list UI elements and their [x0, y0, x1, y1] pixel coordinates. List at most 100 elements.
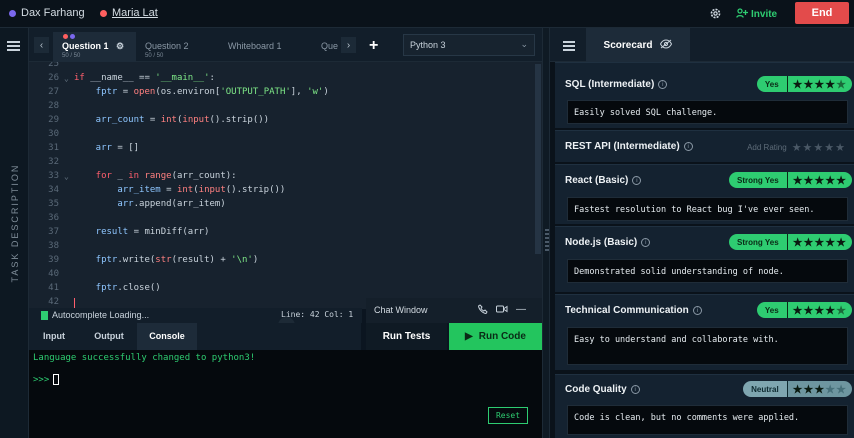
- scorecard-card-rest-api: REST API (Intermediate) i Add Rating ★★★★…: [555, 130, 854, 162]
- code-line[interactable]: arr_count = int(input().strip()): [74, 115, 269, 125]
- tabs-next-button[interactable]: ›: [341, 37, 356, 53]
- code-line[interactable]: fptr.write(str(result) + '\n'): [74, 255, 259, 265]
- console-message: Language successfully changed to python3…: [33, 353, 256, 363]
- eye-off-icon[interactable]: [660, 38, 673, 52]
- info-icon[interactable]: i: [630, 385, 640, 394]
- code-editor[interactable]: 25 26 if __name__ == '__main__': ⌄ 27 fptr =…: [29, 62, 542, 309]
- info-icon[interactable]: i: [632, 176, 642, 185]
- reset-button[interactable]: Reset: [488, 407, 528, 424]
- scorecard-list[interactable]: SQL (Intermediate) i Yes ★★★★ ★ Easily sol…: [550, 62, 854, 438]
- language-value: Python 3: [410, 40, 446, 50]
- star-rating[interactable]: ★★★★★: [792, 141, 846, 154]
- info-icon[interactable]: i: [658, 80, 668, 89]
- chevron-down-icon: ⌄: [520, 39, 528, 49]
- code-line[interactable]: arr.append(arr_item): [74, 199, 225, 209]
- line-number: 42: [48, 297, 59, 307]
- comment-field[interactable]: Demonstrated solid understanding of node…: [567, 259, 848, 283]
- add-user-icon: [736, 8, 748, 21]
- rating-badge[interactable]: Yes ★★★★ ★: [756, 302, 852, 318]
- gear-icon[interactable]: [709, 7, 722, 20]
- participant-dots: [63, 34, 75, 39]
- task-description-rail[interactable]: TASK DESCRIPTION: [0, 28, 29, 438]
- card-title: React (Basic): [565, 175, 629, 186]
- fold-chevron-icon[interactable]: ⌄: [64, 172, 69, 181]
- rating-badge[interactable]: Strong Yes ★★★★★: [729, 234, 852, 250]
- phone-icon[interactable]: [477, 304, 488, 317]
- run-tests-button[interactable]: Run Tests: [366, 323, 447, 350]
- code-line[interactable]: fptr.close(): [74, 283, 161, 293]
- star-rating[interactable]: ★★★★★: [786, 172, 852, 188]
- fold-chevron-icon[interactable]: ⌄: [64, 74, 69, 83]
- hamburger-icon[interactable]: [563, 41, 575, 51]
- rating-badge[interactable]: Strong Yes ★★★★★: [729, 172, 852, 188]
- tab-output[interactable]: Output: [81, 323, 137, 350]
- editor-scrollbar[interactable]: [535, 64, 541, 254]
- line-number: 27: [48, 87, 59, 97]
- participant-dax[interactable]: Dax Farhang: [9, 7, 85, 19]
- rating-label: Neutral: [743, 381, 787, 397]
- pane-splitter[interactable]: [542, 28, 550, 438]
- console-output[interactable]: Language successfully changed to python3…: [29, 350, 542, 438]
- comment-field[interactable]: Code is clean, but no comments were appl…: [567, 405, 848, 435]
- tab-score: 50 / 50: [62, 53, 81, 59]
- tab-question-3[interactable]: Que: [313, 32, 343, 62]
- chevron-left-icon: ‹: [39, 39, 44, 51]
- hamburger-icon[interactable]: [7, 41, 20, 51]
- language-select[interactable]: Python 3 ⌄: [403, 34, 535, 56]
- line-number: 33: [48, 171, 59, 181]
- info-icon[interactable]: i: [641, 238, 651, 247]
- line-number: 35: [48, 199, 59, 209]
- end-interview-button[interactable]: End: [795, 2, 849, 24]
- code-line[interactable]: arr = []: [74, 143, 139, 153]
- tab-input[interactable]: Input: [29, 323, 79, 350]
- tab-console[interactable]: Console: [137, 323, 197, 350]
- tab-label: Question 2: [145, 41, 189, 51]
- info-icon[interactable]: i: [683, 142, 693, 151]
- code-line[interactable]: fptr = open(os.environ['OUTPUT_PATH'], '…: [74, 87, 329, 97]
- rating-badge[interactable]: Yes ★★★★ ★: [756, 76, 852, 92]
- chat-window-header[interactable]: Chat Window —: [366, 298, 542, 323]
- invite-button[interactable]: Invite: [736, 8, 777, 21]
- add-rating[interactable]: Add Rating ★★★★★: [747, 141, 846, 154]
- run-code-button[interactable]: ▶ Run Code: [449, 323, 542, 350]
- console-cursor: [53, 374, 59, 385]
- scorecard-card-technical-communication: Technical Communication i Yes ★★★★ ★ Easy …: [555, 294, 854, 370]
- code-line[interactable]: if __name__ == '__main__':: [74, 73, 215, 83]
- drag-handle-icon[interactable]: [545, 229, 549, 253]
- tab-scorecard[interactable]: Scorecard: [586, 28, 690, 62]
- top-bar: Dax Farhang Maria Lat Invite End: [0, 0, 854, 28]
- participant-maria[interactable]: Maria Lat: [100, 7, 158, 19]
- user-status-dot: [100, 9, 107, 17]
- code-line[interactable]: result = minDiff(arr): [74, 227, 210, 237]
- info-icon[interactable]: i: [692, 306, 702, 315]
- comment-field[interactable]: Easy to understand and collaborate with.: [567, 327, 848, 365]
- tab-question-2[interactable]: Question 2 50 / 50: [136, 32, 219, 62]
- comment-field[interactable]: Easily solved SQL challenge.: [567, 100, 848, 124]
- star-rating[interactable]: ★★★★★: [786, 234, 852, 250]
- tab-whiteboard-1[interactable]: Whiteboard 1: [219, 32, 302, 62]
- rating-badge[interactable]: Neutral ★★★ ★★: [743, 381, 852, 397]
- user-dot: [70, 34, 75, 39]
- card-title: REST API (Intermediate): [565, 141, 680, 152]
- add-tab-button[interactable]: +: [369, 37, 378, 55]
- star-rating[interactable]: ★★★★★: [786, 302, 852, 318]
- minimize-icon[interactable]: —: [516, 304, 526, 317]
- video-icon[interactable]: [496, 304, 508, 317]
- code-line[interactable]: for _ in range(arr_count):: [74, 171, 237, 181]
- gear-icon[interactable]: ⚙: [116, 41, 124, 52]
- rating-label: Strong Yes: [729, 234, 787, 250]
- scorecard-card-sql: SQL (Intermediate) i Yes ★★★★ ★ Easily sol…: [555, 62, 854, 128]
- star-rating[interactable]: ★★★★★: [786, 76, 852, 92]
- run-code-label: Run Code: [478, 331, 526, 342]
- line-number: 38: [48, 241, 59, 251]
- tabs-prev-button[interactable]: ‹: [34, 37, 49, 53]
- tab-label: Whiteboard 1: [228, 41, 282, 51]
- scorecard-card-nodejs: Node.js (Basic) i Strong Yes ★★★★★ Demons…: [555, 226, 854, 292]
- line-number: 41: [48, 283, 59, 293]
- comment-field[interactable]: Fastest resolution to React bug I've eve…: [567, 197, 848, 221]
- star-rating[interactable]: ★★★★★: [786, 381, 852, 397]
- line-number: 31: [48, 143, 59, 153]
- add-rating-label: Add Rating: [747, 143, 787, 152]
- code-line[interactable]: arr_item = int(input().strip()): [74, 185, 285, 195]
- task-description-label: TASK DESCRIPTION: [10, 163, 20, 283]
